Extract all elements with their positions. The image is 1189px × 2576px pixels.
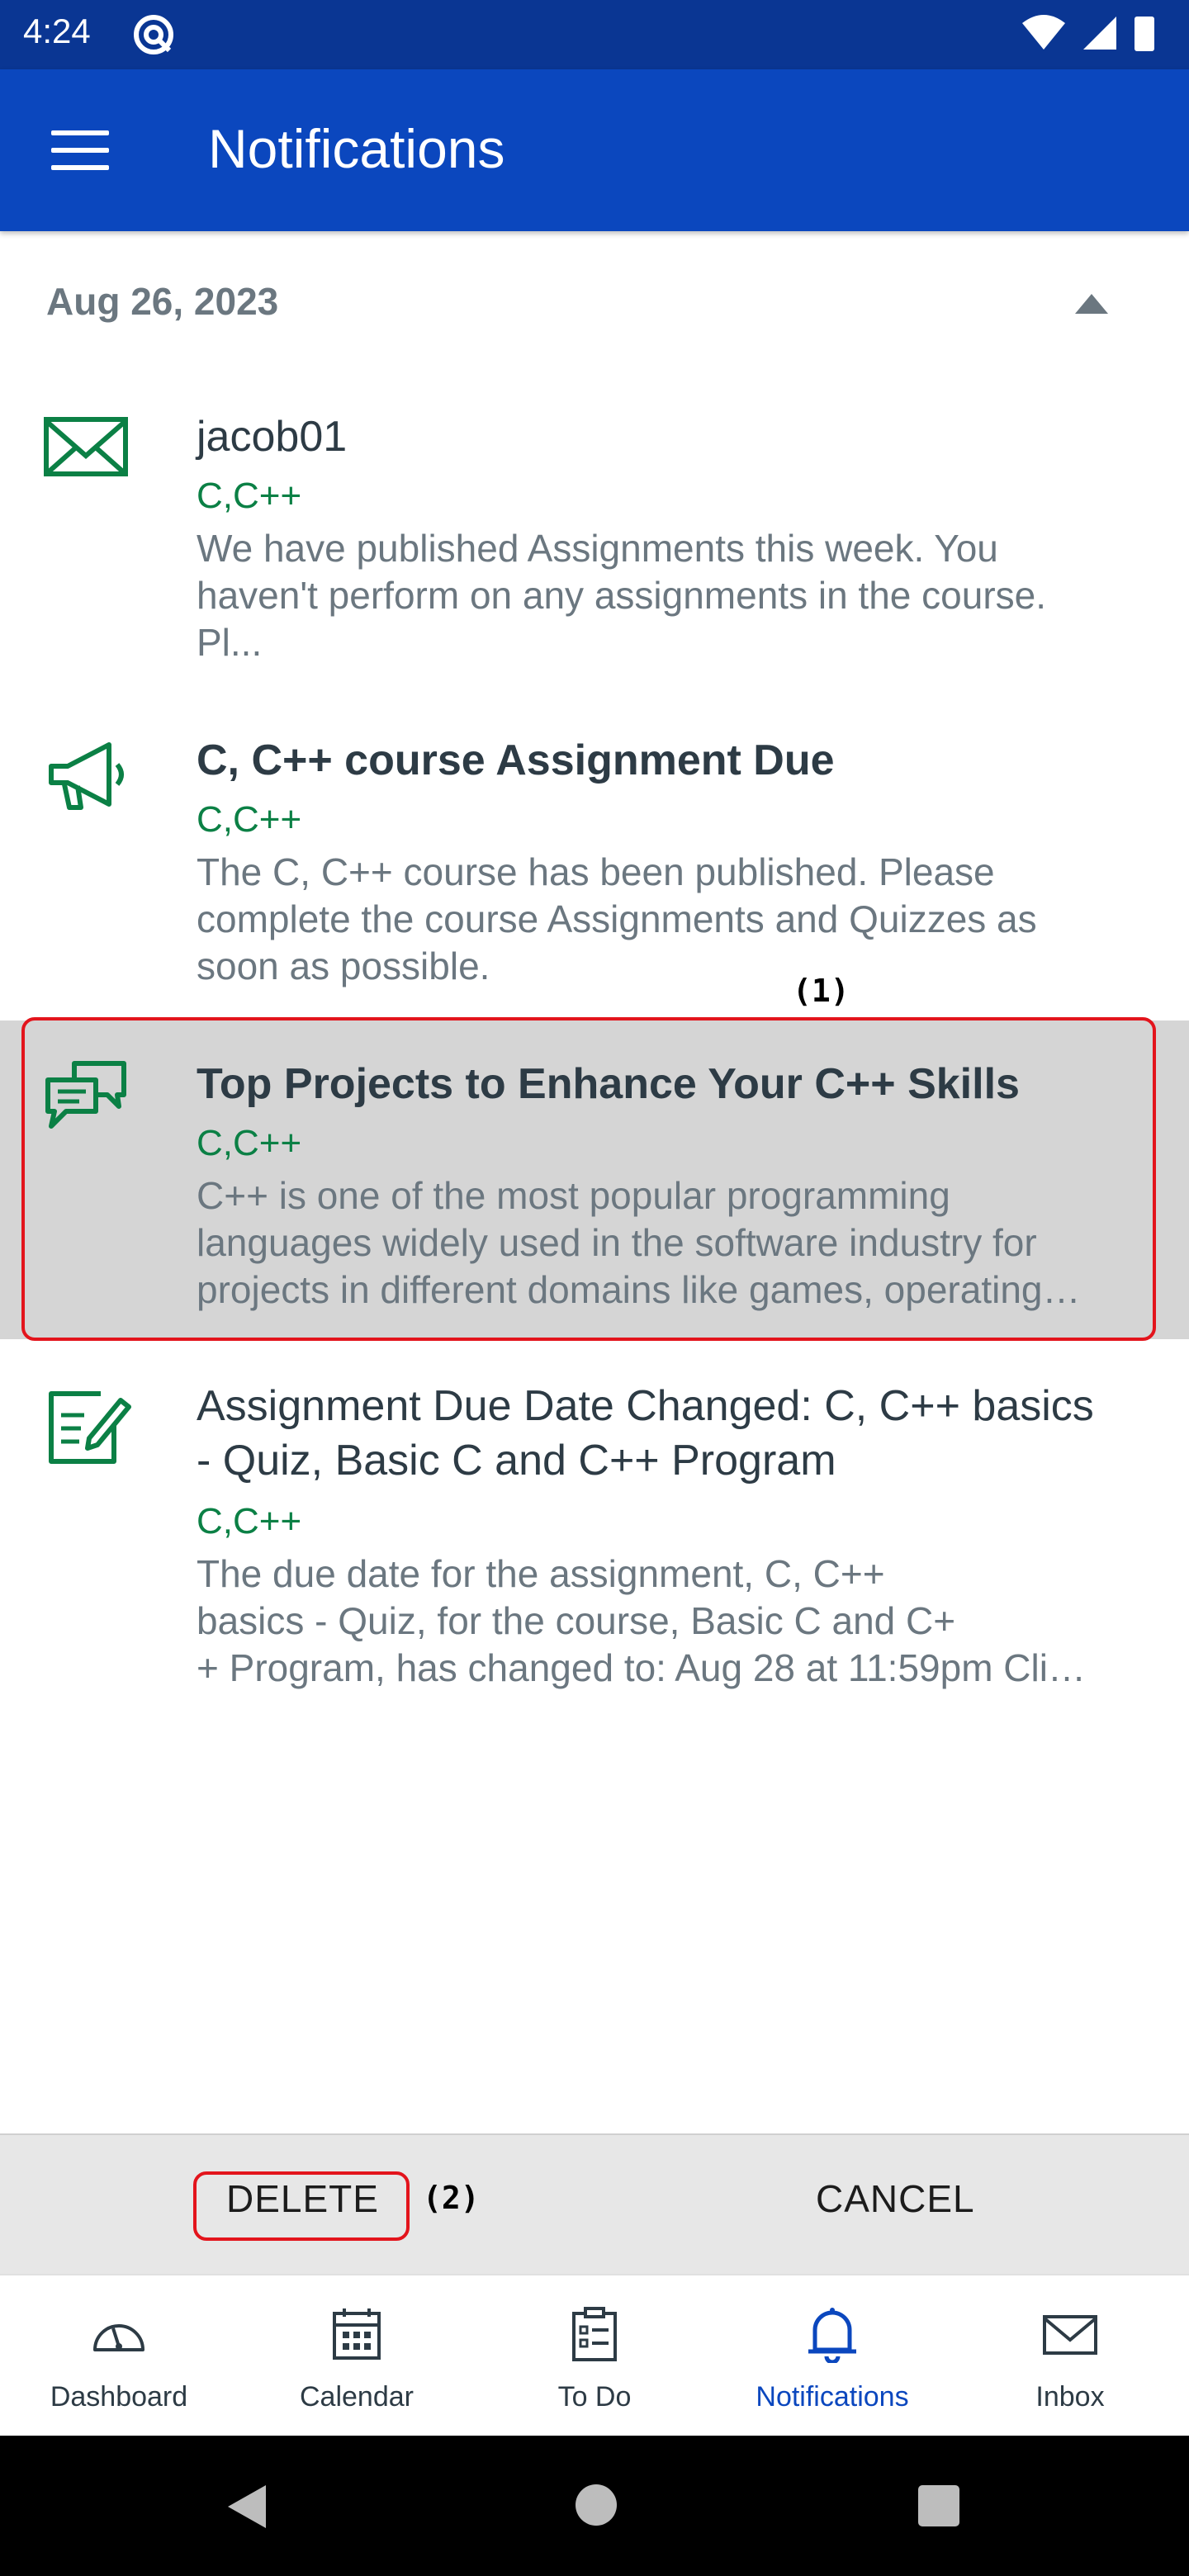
notification-course: C,C++ bbox=[197, 476, 302, 516]
annotation-label: (1) bbox=[793, 973, 850, 1009]
notification-item[interactable]: jacob01 C,C++ We have published Assignme… bbox=[0, 372, 1189, 685]
nav-item-todo[interactable]: To Do bbox=[476, 2275, 713, 2437]
notification-title: Assignment Due Date Changed: C, C++ basi… bbox=[197, 1379, 1149, 1488]
nav-item-inbox[interactable]: Inbox bbox=[951, 2275, 1189, 2437]
bell-icon bbox=[808, 2308, 856, 2363]
nav-label: Inbox bbox=[1035, 2381, 1105, 2413]
envelope-icon bbox=[44, 417, 128, 476]
notification-title: C, C++ course Assignment Due bbox=[197, 736, 835, 784]
notification-course: C,C++ bbox=[197, 799, 302, 840]
at-sign-icon bbox=[134, 15, 173, 54]
notification-title: jacob01 bbox=[197, 413, 348, 461]
selection-highlight bbox=[21, 1017, 1156, 1341]
nav-label: Calendar bbox=[300, 2381, 414, 2413]
title-line: - Quiz, Basic C and C++ Program bbox=[197, 1437, 836, 1485]
notification-item[interactable]: Assignment Due Date Changed: C, C++ basi… bbox=[0, 1346, 1189, 1726]
annotation-label: (2) bbox=[423, 2180, 480, 2216]
status-icons bbox=[1022, 15, 1154, 51]
body-line: complete the course Assignments and Quiz… bbox=[197, 897, 1037, 940]
body-line: basics - Quiz, for the course, Basic C a… bbox=[197, 1599, 956, 1642]
cancel-button[interactable]: CANCEL bbox=[816, 2176, 975, 2221]
body-line: soon as possible. bbox=[197, 945, 490, 987]
nav-label: To Do bbox=[557, 2381, 632, 2413]
clipboard-icon bbox=[572, 2307, 617, 2361]
nav-item-calendar[interactable]: Calendar bbox=[238, 2275, 476, 2437]
back-icon[interactable] bbox=[223, 2482, 272, 2531]
body-line: haven't perform on any assignments in th… bbox=[197, 574, 1047, 617]
notification-body: We have published Assignments this week.… bbox=[197, 525, 1139, 666]
app-bar: Notifications bbox=[0, 69, 1189, 231]
status-bar: 4:24 bbox=[0, 0, 1189, 69]
body-line: We have published Assignments this week.… bbox=[197, 527, 998, 570]
envelope-icon bbox=[1043, 2315, 1097, 2355]
wifi-icon bbox=[1022, 15, 1065, 50]
title-line: Assignment Due Date Changed: C, C++ basi… bbox=[197, 1382, 1094, 1430]
nav-label: Dashboard bbox=[50, 2381, 188, 2413]
body-line: The C, C++ course has been published. Pl… bbox=[197, 850, 995, 893]
nav-item-notifications[interactable]: Notifications bbox=[713, 2275, 951, 2437]
battery-icon bbox=[1135, 17, 1154, 51]
signal-icon bbox=[1083, 17, 1116, 50]
notification-body: The C, C++ course has been published. Pl… bbox=[197, 849, 1139, 990]
bottom-navigation: Dashboard Calendar To Do Notifications I… bbox=[0, 2274, 1189, 2437]
recents-icon[interactable] bbox=[917, 2484, 961, 2528]
system-navigation-bar bbox=[0, 2436, 1189, 2576]
delete-highlight bbox=[193, 2171, 410, 2241]
body-line: Pl... bbox=[197, 621, 263, 664]
triangle-up-icon[interactable] bbox=[1073, 292, 1110, 315]
nav-item-dashboard[interactable]: Dashboard bbox=[0, 2275, 238, 2437]
assignment-edit-icon bbox=[49, 1391, 131, 1464]
dashboard-gauge-icon bbox=[93, 2324, 144, 2351]
notification-body: The due date for the assignment, C, C++ … bbox=[197, 1551, 1139, 1692]
calendar-icon bbox=[333, 2308, 381, 2360]
date-group-label: Aug 26, 2023 bbox=[46, 280, 279, 323]
home-icon[interactable] bbox=[573, 2482, 619, 2528]
body-line: The due date for the assignment, C, C++ bbox=[197, 1552, 885, 1595]
notification-item[interactable]: C, C++ course Assignment Due C,C++ The C… bbox=[0, 695, 1189, 1017]
megaphone-icon bbox=[49, 742, 124, 810]
status-time: 4:24 bbox=[23, 12, 91, 50]
page-title: Notifications bbox=[208, 118, 505, 179]
body-line: + Program, has changed to: Aug 28 at 11:… bbox=[197, 1646, 1086, 1689]
notification-course: C,C++ bbox=[197, 1501, 302, 1541]
hamburger-menu-icon[interactable] bbox=[51, 130, 109, 172]
selection-action-bar: DELETE CANCEL bbox=[0, 2133, 1189, 2275]
date-group-header[interactable]: Aug 26, 2023 bbox=[0, 264, 1189, 339]
nav-label: Notifications bbox=[756, 2381, 909, 2413]
